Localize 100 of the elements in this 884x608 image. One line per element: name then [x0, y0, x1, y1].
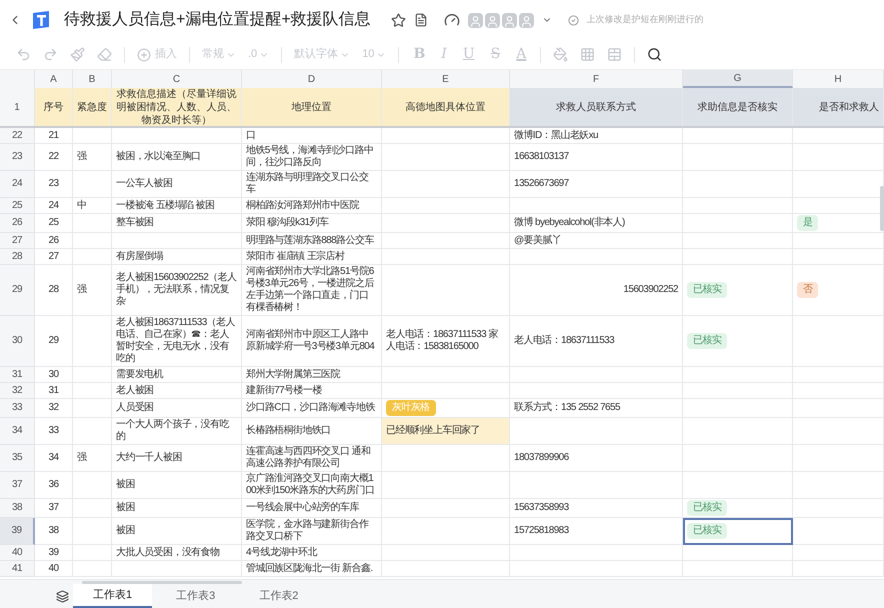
table-cell[interactable]	[510, 249, 683, 265]
row-number[interactable]: 25	[0, 198, 35, 214]
table-cell[interactable]	[793, 128, 884, 144]
table-cell[interactable]: 13526673697	[510, 171, 683, 198]
table-cell[interactable]: 郑州大学附属第三医院	[242, 367, 382, 383]
table-cell[interactable]: 整车被困	[112, 214, 242, 233]
table-cell[interactable]	[382, 472, 510, 499]
table-cell[interactable]: 23	[35, 171, 73, 198]
table-cell[interactable]	[683, 198, 793, 214]
table-cell[interactable]: 34	[35, 445, 73, 472]
table-cell[interactable]	[382, 383, 510, 399]
table-cell[interactable]	[382, 249, 510, 265]
table-cell[interactable]: 被困	[112, 499, 242, 518]
table-cell[interactable]: @要美腻丫	[510, 233, 683, 249]
sheet-tab[interactable]: 工作表3	[156, 584, 236, 608]
table-cell[interactable]: 大约一千人被困	[112, 445, 242, 472]
table-cell[interactable]	[382, 144, 510, 171]
table-cell[interactable]	[73, 367, 112, 383]
row-number[interactable]: 32	[0, 383, 35, 399]
table-cell[interactable]: 沙口路C口，沙口路海滩寺地铁	[242, 399, 382, 418]
table-cell[interactable]: 16638103137	[510, 144, 683, 171]
table-cell[interactable]	[793, 445, 884, 472]
row-number[interactable]: 35	[0, 445, 35, 472]
table-cell[interactable]	[382, 214, 510, 233]
table-cell[interactable]	[73, 128, 112, 144]
table-cell[interactable]	[73, 316, 112, 367]
table-cell[interactable]	[793, 249, 884, 265]
table-cell[interactable]	[793, 545, 884, 561]
table-cell[interactable]: 22	[35, 144, 73, 171]
row-number[interactable]: 30	[0, 316, 35, 367]
table-cell[interactable]: 15637358993	[510, 499, 683, 518]
table-cell[interactable]	[683, 472, 793, 499]
table-cell[interactable]: 26	[35, 233, 73, 249]
table-cell[interactable]	[683, 214, 793, 233]
horizontal-scrollbar[interactable]	[82, 580, 242, 584]
table-cell[interactable]: 40	[35, 561, 73, 577]
table-cell[interactable]	[510, 418, 683, 445]
table-cell[interactable]	[510, 545, 683, 561]
table-cell[interactable]: 连湖东路与明理路交叉口公交车	[242, 171, 382, 198]
table-cell[interactable]	[382, 518, 510, 545]
table-cell[interactable]: 明理路与莲湖东路888路公交车	[242, 233, 382, 249]
table-cell[interactable]: 荥阳 穆沟段k31列车	[242, 214, 382, 233]
table-cell[interactable]	[382, 367, 510, 383]
table-cell[interactable]	[112, 128, 242, 144]
table-cell[interactable]	[73, 561, 112, 577]
table-cell[interactable]: 36	[35, 472, 73, 499]
table-cell[interactable]: 建新街77号楼一楼	[242, 383, 382, 399]
table-cell[interactable]: 已经顺利坐上车回家了	[382, 418, 510, 445]
table-cell[interactable]	[382, 198, 510, 214]
table-cell[interactable]	[793, 499, 884, 518]
table-cell[interactable]: 人员受困	[112, 399, 242, 418]
row-number[interactable]: 24	[0, 171, 35, 198]
table-cell[interactable]: 强	[73, 445, 112, 472]
table-cell[interactable]	[382, 128, 510, 144]
table-cell[interactable]: 荥阳市 崔庙镇 王宗店村	[242, 249, 382, 265]
table-cell[interactable]	[73, 249, 112, 265]
table-cell[interactable]: 25	[35, 214, 73, 233]
table-cell[interactable]: 4号线龙湖中环北	[242, 545, 382, 561]
table-cell[interactable]	[683, 171, 793, 198]
table-cell[interactable]: 老人被困	[112, 383, 242, 399]
row-number[interactable]: 39	[0, 518, 35, 545]
table-cell[interactable]	[73, 214, 112, 233]
table-cell[interactable]: 21	[35, 128, 73, 144]
table-cell[interactable]: 29	[35, 316, 73, 367]
table-cell[interactable]	[382, 171, 510, 198]
table-cell[interactable]: 河南省郑州市中原区工人路中原新城学府一号3号楼3单元804	[242, 316, 382, 367]
table-cell[interactable]	[382, 233, 510, 249]
table-cell[interactable]	[683, 545, 793, 561]
table-cell[interactable]: 需要发电机	[112, 367, 242, 383]
avatar[interactable]	[502, 12, 517, 28]
table-cell[interactable]	[793, 472, 884, 499]
avatar[interactable]	[518, 12, 534, 28]
row-number[interactable]: 26	[0, 214, 35, 233]
row-number[interactable]: 40	[0, 545, 35, 561]
table-cell[interactable]: 一号线会展中心站旁的车库	[242, 499, 382, 518]
table-cell[interactable]: 强	[73, 265, 112, 316]
table-cell[interactable]: 被困	[112, 518, 242, 545]
table-cell[interactable]: 地铁5号线，海滩寺到沙口路中间，往沙口路反向	[242, 144, 382, 171]
table-cell[interactable]	[112, 233, 242, 249]
table-cell[interactable]: 15603902252	[510, 265, 683, 316]
table-cell[interactable]: 30	[35, 367, 73, 383]
avatar[interactable]	[468, 12, 483, 28]
table-cell[interactable]	[73, 545, 112, 561]
row-number[interactable]: 34	[0, 418, 35, 445]
table-cell[interactable]: 老人电话：18637111533	[510, 316, 683, 367]
table-cell[interactable]	[382, 445, 510, 472]
table-cell[interactable]: 连霍高速与西四环交叉口 通和高速公路养护有限公司	[242, 445, 382, 472]
layers-icon[interactable]	[56, 590, 69, 602]
star-icon[interactable]	[390, 12, 406, 28]
table-cell[interactable]: 微博 byebyealcohol(非本人)	[510, 214, 683, 233]
table-cell[interactable]	[382, 561, 510, 577]
table-cell[interactable]	[683, 249, 793, 265]
table-cell[interactable]: 大批人员受困，没有食物	[112, 545, 242, 561]
table-cell[interactable]	[683, 144, 793, 171]
table-cell[interactable]	[112, 561, 242, 577]
row-number[interactable]: 33	[0, 399, 35, 418]
sheet-tab[interactable]: 工作表2	[239, 584, 318, 608]
table-cell[interactable]	[510, 198, 683, 214]
table-cell[interactable]	[510, 561, 683, 577]
table-cell[interactable]: 32	[35, 399, 73, 418]
